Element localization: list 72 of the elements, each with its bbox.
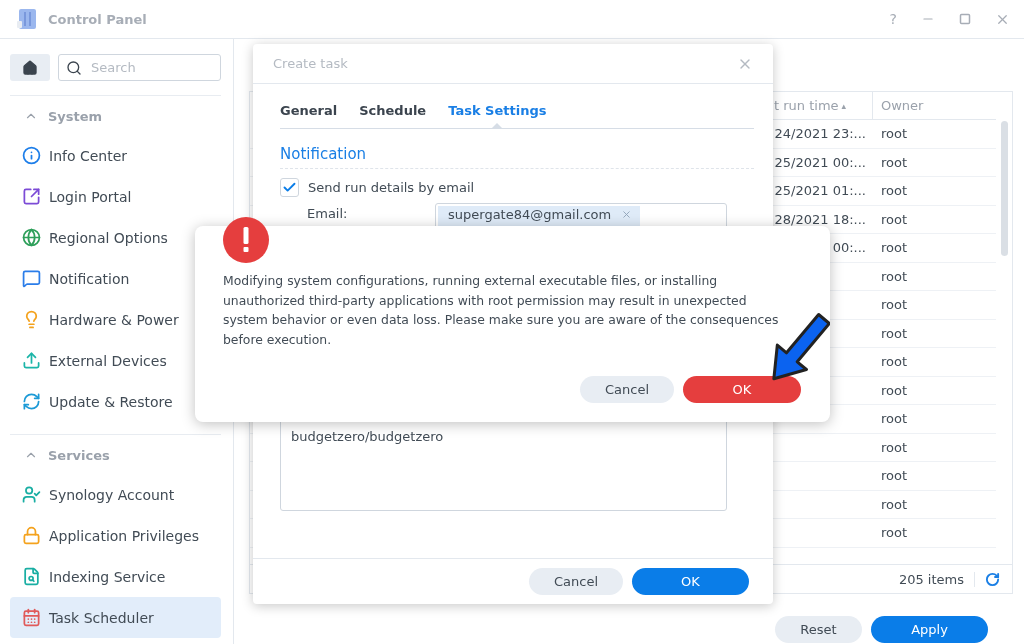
chat-icon — [22, 269, 41, 288]
sidebar-item[interactable]: Task Scheduler — [10, 597, 221, 638]
app-logo-icon — [16, 8, 38, 30]
tab[interactable]: General — [280, 103, 338, 128]
table-cell-text: root — [880, 353, 909, 372]
globe-icon — [22, 228, 41, 247]
sidebar-item[interactable]: Application Privileges — [10, 515, 221, 556]
search-icon — [66, 60, 82, 76]
remove-icon[interactable] — [621, 209, 633, 220]
table-cell-text: root — [880, 410, 909, 429]
sidebar-item[interactable]: Regional Options — [10, 217, 221, 258]
file-search-icon — [22, 567, 41, 586]
home-icon — [22, 59, 38, 76]
section-title: Services — [48, 447, 110, 463]
section-title: System — [48, 108, 103, 124]
table-cell-text: root — [880, 324, 909, 343]
table-cell-text: root — [880, 438, 909, 457]
warning-message: Modifying system configurations, running external executable files, or installing unauthorized third-party applications with root permission may result in unexpected system behavior or even data loss. Please make sure you are aware of the consequences before execution. — [223, 272, 780, 349]
table-cell-text: 24/2021 23:... — [773, 125, 867, 144]
search-field[interactable]: Search — [58, 54, 221, 81]
script-text: budgetzero/budgetzero — [291, 429, 444, 444]
reset-button[interactable]: Reset — [775, 616, 862, 643]
calendar-icon — [22, 608, 41, 627]
table-cell-text: root — [880, 239, 909, 258]
table-cell-text: root — [880, 210, 909, 229]
table-cell-text: root — [880, 495, 909, 514]
sidebar-item[interactable]: Indexing Service — [10, 556, 221, 597]
tab[interactable]: Task Settings — [448, 103, 547, 128]
lock-icon — [22, 526, 41, 545]
ok-button[interactable]: OK — [683, 376, 801, 403]
refresh-icon[interactable] — [985, 571, 1000, 587]
table-cell-text: root — [880, 267, 909, 286]
sidebar-item[interactable]: Notification — [10, 258, 221, 299]
table-cell-text: 00:... — [831, 239, 867, 258]
cancel-button[interactable]: Cancel — [580, 376, 674, 403]
info-icon — [22, 146, 41, 165]
sidebar-item[interactable]: External Devices — [10, 340, 221, 381]
upload-icon — [22, 351, 41, 370]
checkbox-label: Send run details by email — [308, 180, 475, 195]
email-tag: supergate84@gmail.com — [438, 206, 641, 228]
sort-indicator: ▴ — [841, 100, 847, 111]
table-cell-text: root — [880, 467, 909, 486]
table-cell-text: root — [880, 153, 909, 172]
sidebar-item[interactable]: Hardware & Power — [10, 299, 221, 340]
cancel-button[interactable]: Cancel — [529, 568, 623, 595]
sidebar-item[interactable]: Update & Restore — [10, 381, 221, 422]
tab[interactable]: Schedule — [359, 103, 427, 128]
dialog-title: Create task — [273, 56, 348, 71]
table-cell-text: 25/2021 00:... — [773, 153, 867, 172]
table-cell-text: 25/2021 01:... — [773, 182, 867, 201]
user-check-icon — [22, 485, 41, 504]
sidebar-item[interactable]: Login Portal — [10, 176, 221, 217]
ok-button[interactable]: OK — [632, 568, 749, 595]
sidebar-item[interactable]: Info Center — [10, 135, 221, 176]
item-count: 205 items — [898, 571, 975, 587]
refresh-icon — [22, 392, 41, 411]
table-cell-text: root — [880, 381, 909, 400]
window-title: Control Panel — [48, 11, 148, 27]
section-title: Notification — [280, 129, 754, 169]
external-link-icon — [22, 187, 41, 206]
apply-button[interactable]: Apply — [871, 616, 988, 643]
checkbox[interactable] — [280, 178, 299, 197]
scrollbar-thumb[interactable] — [1001, 121, 1008, 256]
sidebar-item[interactable]: Synology Account — [10, 474, 221, 515]
home-button[interactable] — [10, 54, 50, 81]
table-cell-text: root — [880, 182, 909, 201]
table-cell-text: root — [880, 125, 909, 144]
table-cell-text: root — [880, 296, 909, 315]
table-cell-text: 28/2021 18:... — [773, 210, 867, 229]
field-label: Email: — [306, 205, 349, 221]
table-cell-text: root — [880, 524, 909, 543]
maximize-icon[interactable] — [959, 13, 971, 25]
